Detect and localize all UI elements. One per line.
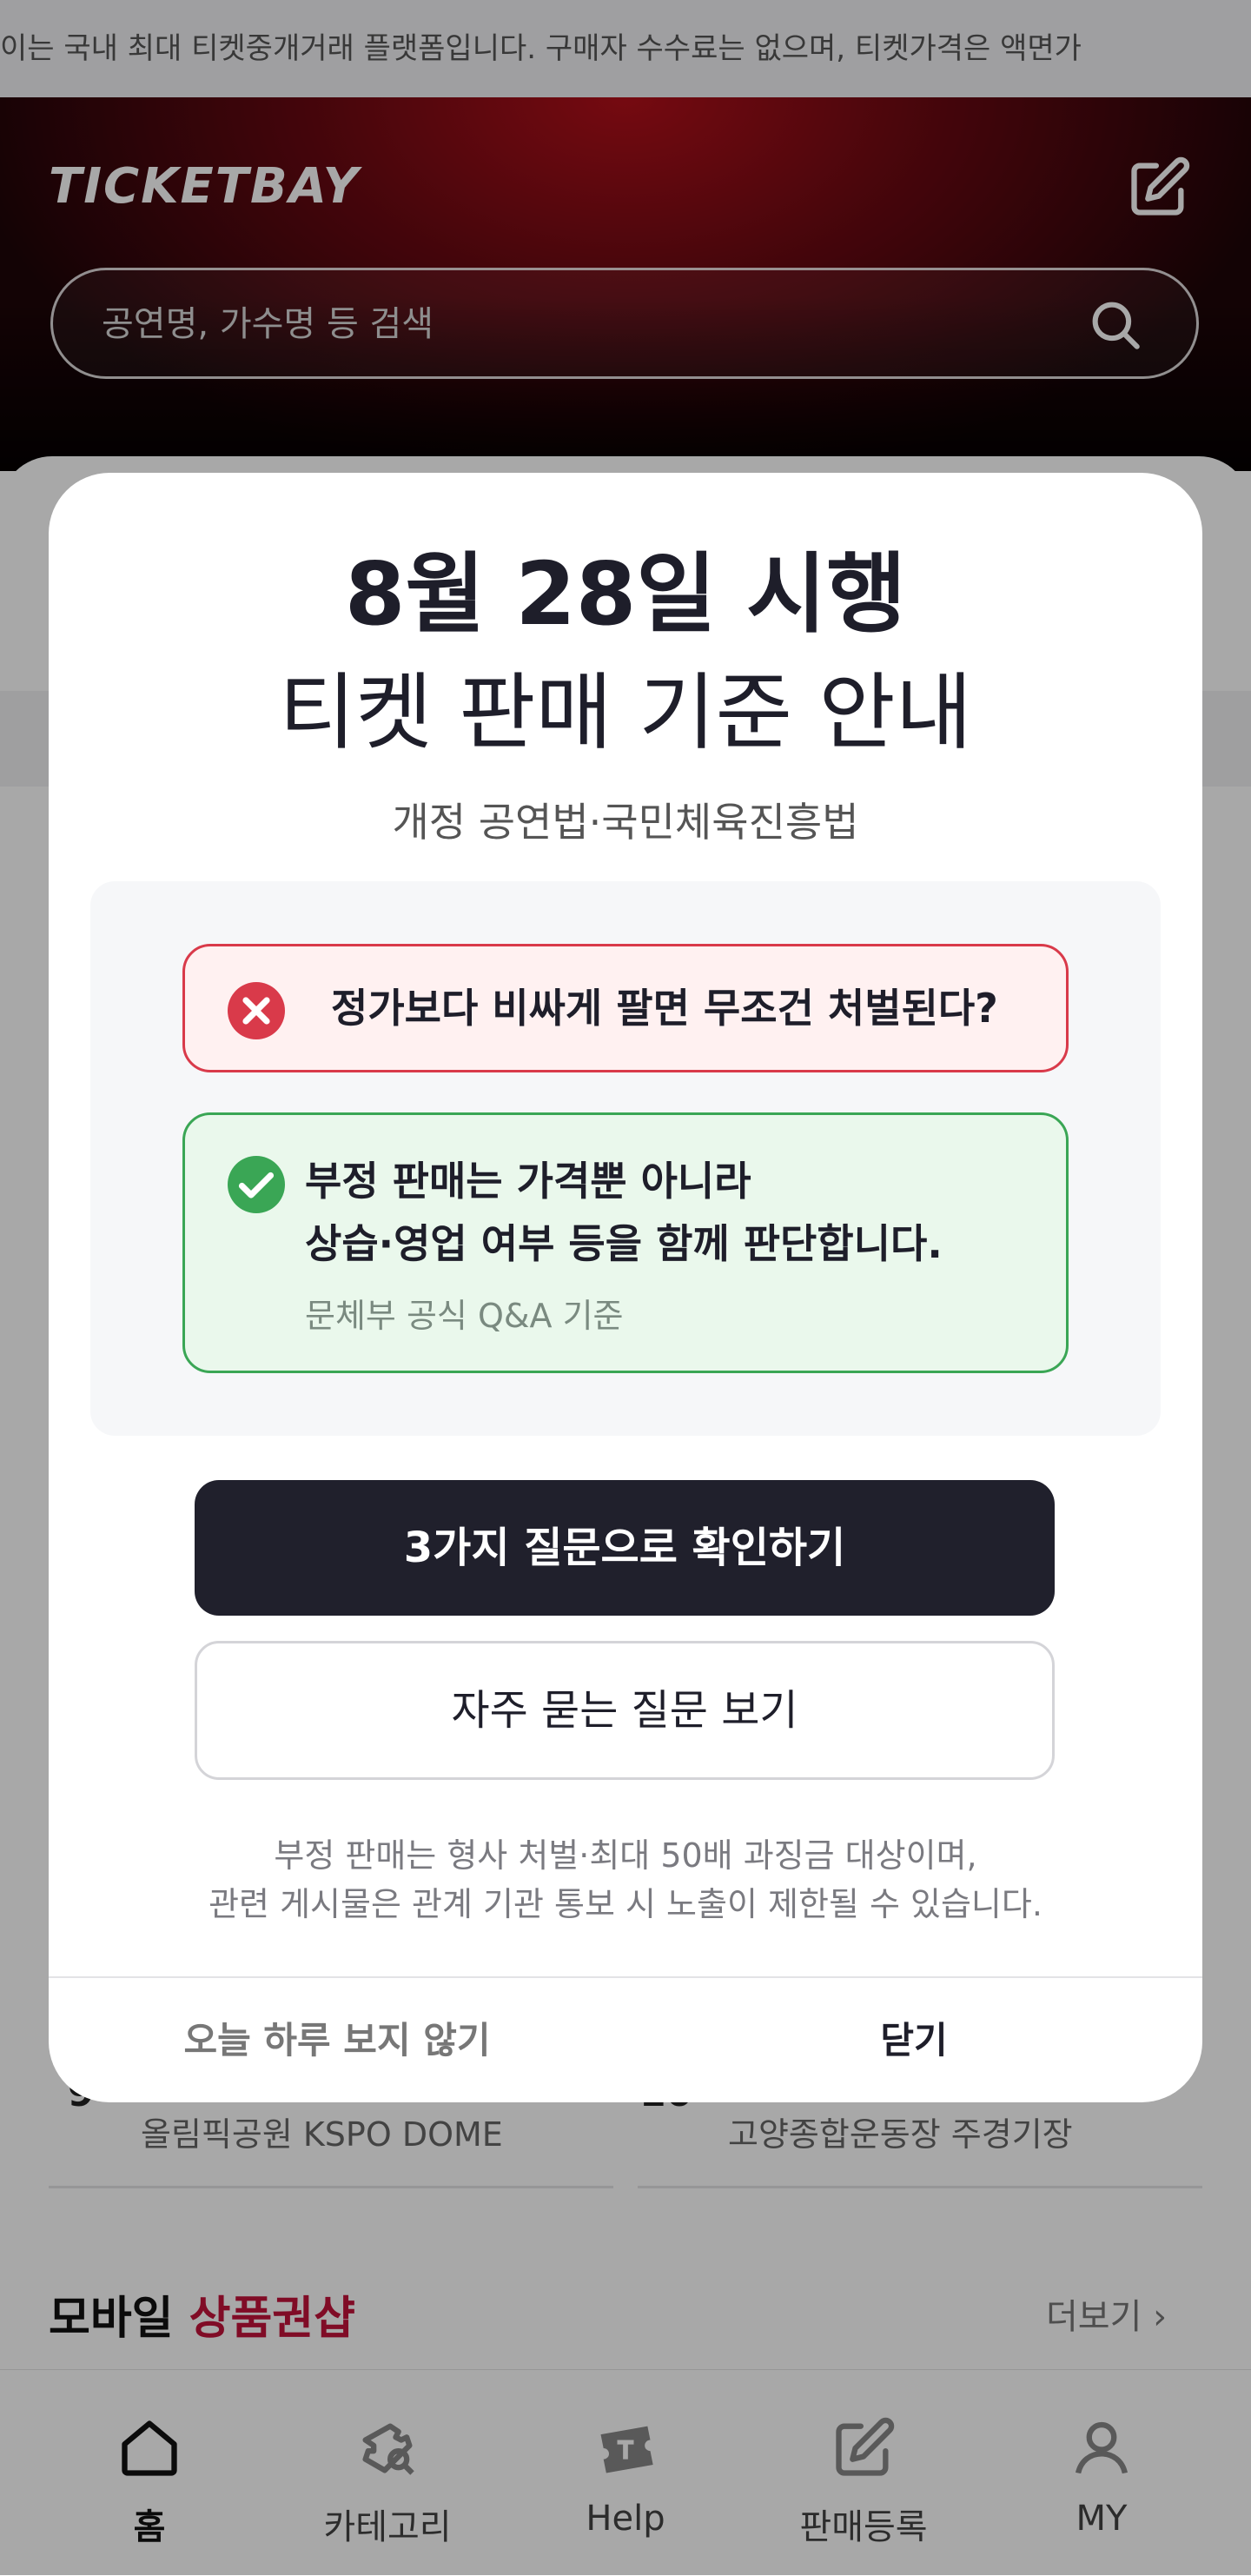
wrong-claim-text: 정가보다 비싸게 팔면 무조건 처벌된다? <box>331 985 998 1032</box>
close-circle-icon <box>228 982 285 1039</box>
myth-fact-box: 정가보다 비싸게 팔면 무조건 처벌된다? 부정 판매는 가격뿐 아니라 상습·… <box>90 881 1161 1436</box>
modal-title: 티켓 판매 기준 안내 <box>278 664 973 761</box>
modal-subtitle: 개정 공연법·국민체육진흥법 <box>392 799 859 846</box>
faq-button[interactable]: 자주 묻는 질문 보기 <box>195 1641 1055 1780</box>
correct-fact-line1: 부정 판매는 가격뿐 아니라 <box>305 1158 751 1205</box>
check-circle-icon <box>228 1156 285 1213</box>
correct-fact-source: 문체부 공식 Q&A 기준 <box>305 1297 624 1335</box>
modal-title-date: 8월 28일 시행 <box>344 543 907 645</box>
check-3-questions-button[interactable]: 3가지 질문으로 확인하기 <box>195 1480 1055 1616</box>
correct-fact-card: 부정 판매는 가격뿐 아니라 상습·영업 여부 등을 함께 판단합니다. 문체부… <box>182 1112 1069 1373</box>
dont-show-today-button[interactable]: 오늘 하루 보지 않기 <box>49 1978 626 2102</box>
penalty-notice: 부정 판매는 형사 처벌·최대 50배 과징금 대상이며, <box>274 1836 977 1875</box>
wrong-claim-card: 정가보다 비싸게 팔면 무조건 처벌된다? <box>182 944 1069 1072</box>
correct-fact-line2: 상습·영업 여부 등을 함께 판단합니다. <box>305 1220 943 1267</box>
penalty-notice: 관련 게시물은 관계 기관 통보 시 노출이 제한될 수 있습니다. <box>208 1885 1042 1923</box>
close-button[interactable]: 닫기 <box>626 1978 1202 2102</box>
notice-modal: 8월 28일 시행 티켓 판매 기준 안내 개정 공연법·국민체육진흥법 정가보… <box>49 473 1202 2102</box>
